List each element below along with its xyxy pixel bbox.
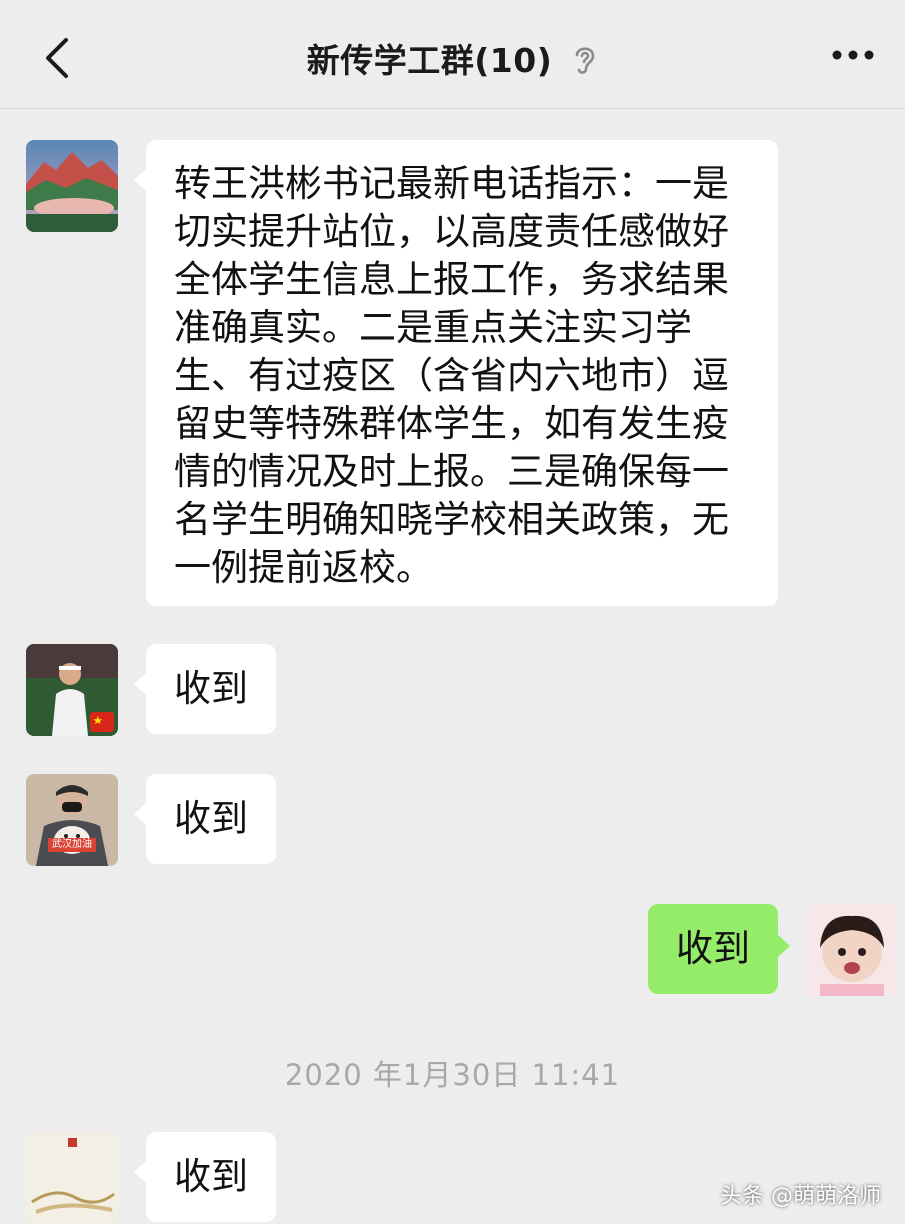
message-text: 转王洪彬书记最新电话指示：一是 切实提升站位，以高度责任感做好 全体学生信息上报… [174, 162, 729, 589]
ear-icon [575, 47, 595, 74]
more-dots-icon[interactable] [831, 48, 875, 62]
message-bubble-received-5[interactable]: 收到 [134, 1132, 276, 1222]
avatar-caption: 武汉加油 [48, 838, 96, 852]
chat-header: 新传学工群(10) [0, 0, 905, 109]
tennis-player-image [26, 644, 118, 736]
message-text: 收到 [174, 667, 248, 710]
message-bubble-sent[interactable]: 收到 [648, 904, 790, 994]
chat-title-area[interactable]: 新传学工群(10) [0, 34, 905, 82]
mountain-landscape-image [26, 140, 118, 232]
man-with-dog-image [26, 774, 118, 866]
avatar-mountain-lake[interactable] [26, 140, 118, 232]
message-bubble-received-2[interactable]: 收到 [134, 644, 276, 734]
message-text: 收到 [676, 927, 750, 970]
avatar-man-with-dog[interactable]: 武汉加油 [26, 774, 118, 866]
chat-title: 新传学工群(10) [306, 41, 553, 80]
message-text: 收到 [174, 1155, 248, 1198]
message-text: 收到 [174, 797, 248, 840]
avatar-self-girl[interactable] [806, 904, 898, 996]
ink-painting-image [26, 1132, 118, 1224]
avatar-tennis-player[interactable] [26, 644, 118, 736]
message-bubble-received-3[interactable]: 收到 [134, 774, 276, 864]
chat-timestamp: 2020 年1月30日 11:41 [284, 1058, 621, 1092]
girl-portrait-image [806, 904, 898, 996]
message-bubble-notice[interactable]: 转王洪彬书记最新电话指示：一是 切实提升站位，以高度责任感做好 全体学生信息上报… [134, 140, 778, 606]
avatar-painting[interactable] [26, 1132, 118, 1224]
source-watermark: 头条 @萌萌洛师 [720, 1184, 881, 1209]
